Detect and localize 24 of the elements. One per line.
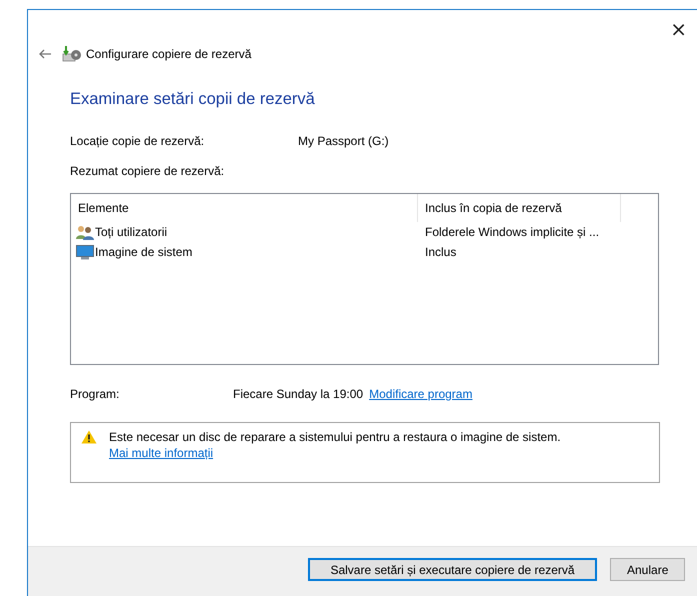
close-button[interactable]: × [664, 14, 693, 44]
window-title: Configurare copiere de rezervă [86, 47, 252, 61]
monitor-icon [76, 244, 94, 260]
change-schedule-link[interactable]: Modificare program [369, 387, 472, 401]
more-info-link[interactable]: Mai multe informații [109, 446, 214, 460]
location-value: My Passport (G:) [298, 134, 389, 148]
warning-icon [81, 430, 97, 444]
back-arrow-icon[interactable] [38, 49, 52, 59]
item-name: Toți utilizatorii [95, 225, 168, 239]
backup-drive-icon [62, 45, 82, 63]
users-icon [76, 224, 94, 240]
schedule-label: Program: [70, 387, 120, 401]
page-heading: Examinare setări copii de rezervă [70, 90, 316, 110]
schedule-value: Fiecare Sunday la 19:00 [233, 387, 364, 401]
column-header[interactable]: Elemente [71, 194, 418, 222]
warning-message: Este necesar un disc de reparare a sistemului pentru a restaura o imagine de sistem. Mai multe informații [109, 429, 562, 461]
summary-label: Rezumat copiere de rezervă: [70, 164, 224, 178]
cancel-button[interactable]: Anulare [610, 558, 686, 581]
item-status: Inclus [424, 245, 458, 259]
location-label: Locație copie de rezervă: [70, 134, 206, 148]
item-name: Imagine de sistem [95, 245, 192, 259]
item-status: Folderele Windows implicite și ... [424, 225, 600, 239]
column-header[interactable]: Inclus în copia de rezervă [418, 201, 620, 215]
save-and-run-button[interactable]: Salvare setări și executare copiere de rezervă [308, 558, 597, 581]
